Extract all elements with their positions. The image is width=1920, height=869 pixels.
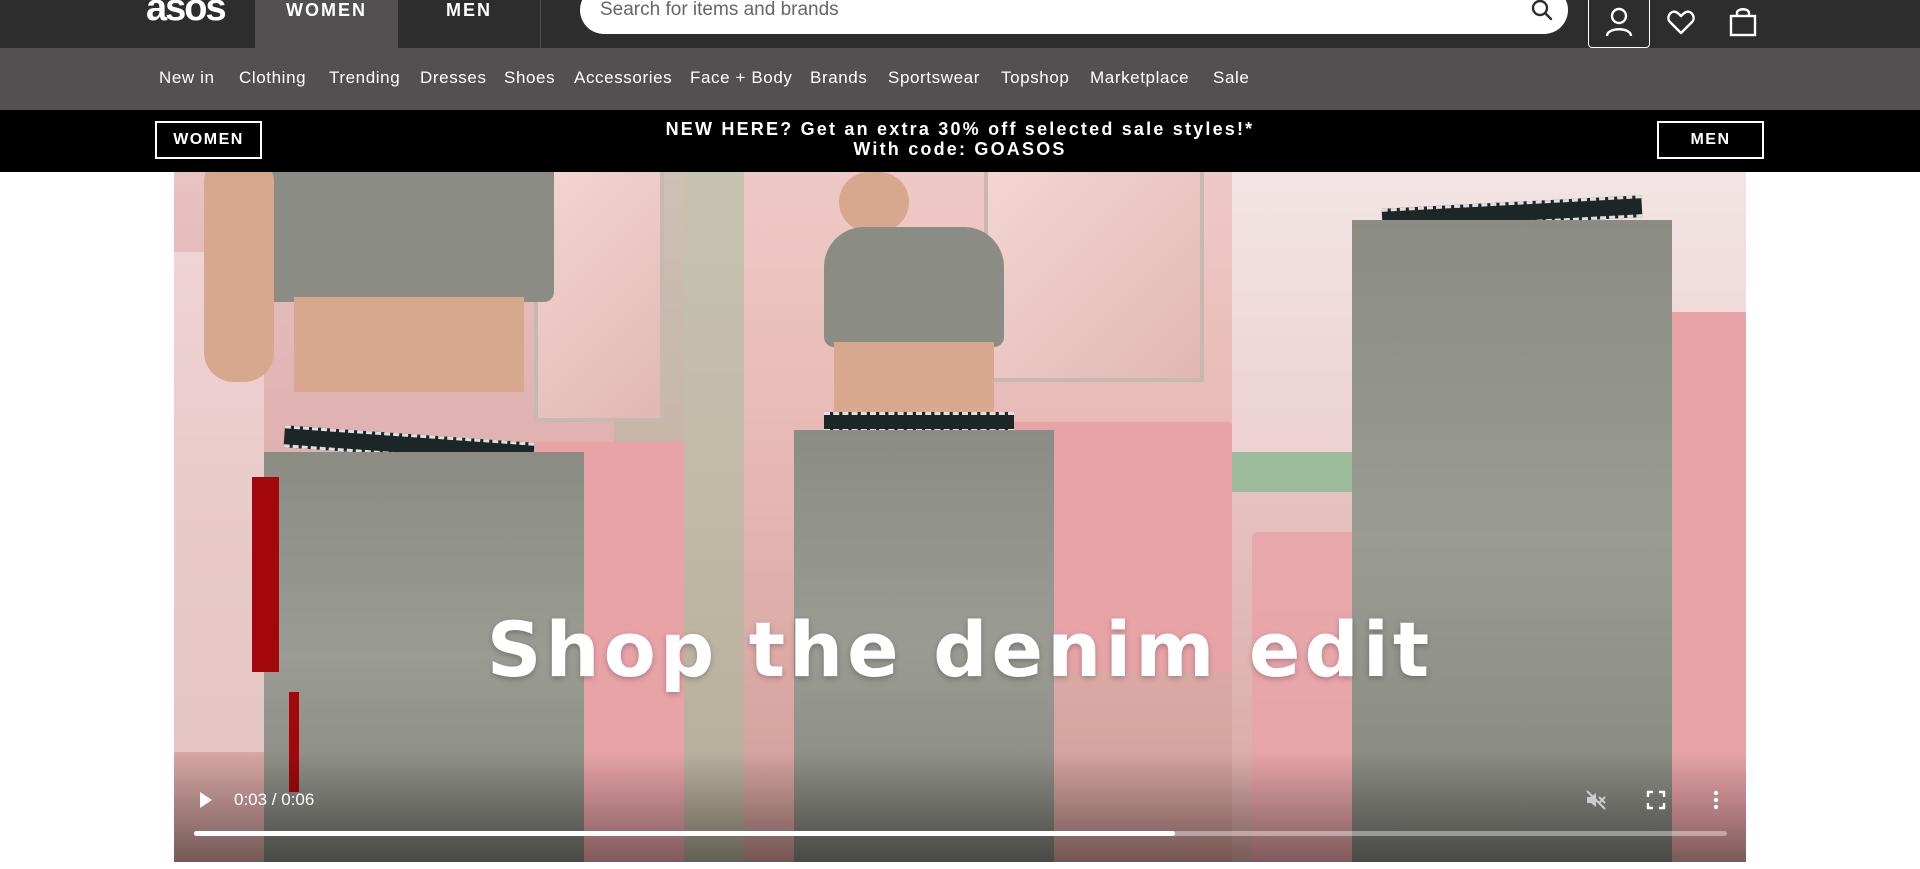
nav-item-sportswear[interactable]: Sportswear xyxy=(888,68,980,88)
face xyxy=(839,172,909,232)
hero-title[interactable]: Shop the denim edit xyxy=(174,605,1746,694)
search-icon[interactable] xyxy=(1530,0,1554,22)
belt xyxy=(824,412,1014,432)
bag-icon xyxy=(1729,7,1757,41)
promo-line-2: With code: GOASOS xyxy=(853,139,1067,159)
tab-men[interactable]: MEN xyxy=(398,0,541,48)
search-input[interactable] xyxy=(600,0,1500,20)
shirt xyxy=(254,172,554,302)
video-controls-shade xyxy=(174,752,1746,862)
fullscreen-icon[interactable] xyxy=(1644,788,1668,812)
asos-logo[interactable]: asos xyxy=(146,0,227,28)
account-button[interactable] xyxy=(1588,0,1650,48)
nav-item-clothing[interactable]: Clothing xyxy=(239,68,306,88)
nav-item-sale[interactable]: Sale xyxy=(1213,68,1249,88)
nav-item-accessories[interactable]: Accessories xyxy=(574,68,672,88)
heart-icon xyxy=(1667,9,1695,39)
promo-women-button[interactable]: WOMEN xyxy=(155,121,262,159)
account-icon xyxy=(1605,7,1633,41)
arm xyxy=(204,172,274,382)
torso xyxy=(294,297,524,392)
saved-items-button[interactable] xyxy=(1654,0,1708,48)
torso xyxy=(834,342,994,412)
mirror xyxy=(984,172,1204,382)
nav-item-topshop[interactable]: Topshop xyxy=(1001,68,1069,88)
nav-item-new-in[interactable]: New in xyxy=(159,68,215,88)
search-bar xyxy=(580,0,1568,34)
category-nav: New in Clothing Trending Dresses Shoes A… xyxy=(0,48,1920,110)
bag-button[interactable] xyxy=(1716,0,1770,48)
shirt xyxy=(824,227,1004,347)
promo-message[interactable]: NEW HERE? Get an extra 30% off selected … xyxy=(560,119,1360,159)
mute-icon[interactable] xyxy=(1584,788,1608,812)
nav-item-shoes[interactable]: Shoes xyxy=(504,68,555,88)
nav-item-face-body[interactable]: Face + Body xyxy=(690,68,793,88)
top-bar: asos WOMEN MEN xyxy=(0,0,1920,48)
promo-line-1: NEW HERE? Get an extra 30% off selected … xyxy=(665,119,1255,139)
nav-item-brands[interactable]: Brands xyxy=(810,68,867,88)
nav-item-trending[interactable]: Trending xyxy=(329,68,400,88)
nav-item-marketplace[interactable]: Marketplace xyxy=(1090,68,1189,88)
nav-item-dresses[interactable]: Dresses xyxy=(420,68,487,88)
hero-video[interactable]: Shop the denim edit 0:03 / 0:06 xyxy=(174,172,1746,862)
video-progress-bar[interactable] xyxy=(194,831,1727,836)
promo-men-button[interactable]: MEN xyxy=(1657,121,1764,159)
play-icon[interactable] xyxy=(196,788,216,812)
more-vert-icon[interactable] xyxy=(1704,788,1728,812)
tab-women[interactable]: WOMEN xyxy=(255,0,398,48)
video-time: 0:03 / 0:06 xyxy=(234,790,315,809)
promo-banner: WOMEN NEW HERE? Get an extra 30% off sel… xyxy=(0,110,1920,172)
video-progress-fill xyxy=(194,831,1176,836)
wall-trim xyxy=(1232,452,1352,492)
